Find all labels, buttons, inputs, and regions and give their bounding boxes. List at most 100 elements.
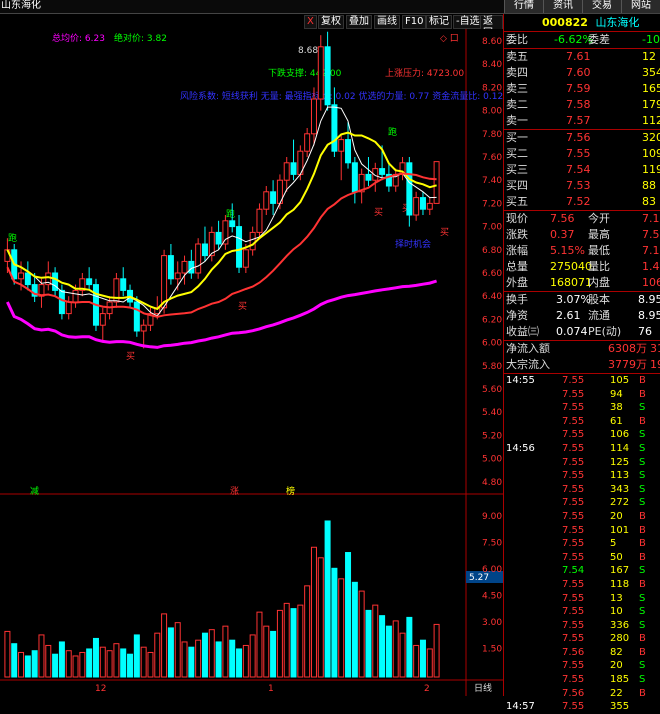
vol-axis-label: 3.00 [482,618,502,628]
y-axis-label: 8.00 [482,107,502,117]
tab-trade[interactable]: 交易 [582,0,621,13]
y-axis-label: 4.80 [482,478,502,488]
volume-bar [406,616,413,678]
bid-level-label: 买一 [506,131,528,144]
vol-axis-label: 1.50 [482,645,502,655]
tick-row: 7.54 167 S [504,564,660,578]
stat-row: 涨幅 5.15% 最低 7.1 [504,243,660,259]
tick-price: 7.55 [562,701,585,713]
kline-svg[interactable]: 总均价: 6.23 绝对价: 3.82 ◇ 口 8.68 下跌支撑: 442.0… [0,29,503,696]
quote-header: 000822 山东海化 [504,14,660,32]
bid-book: 买一 7.56 320 买二 7.55 109 买三 7.54 119 买四 7.53 88 买五 7.5… [504,130,660,211]
volume-bar [317,557,324,678]
peak-label: 8.68 [298,46,318,56]
stock-name: 山东海化 [595,16,640,29]
stat-row: 外盘 168071内盘 10690 [504,275,660,291]
tick-row: 7.55 343 S [504,483,660,497]
tick-side: B [639,538,646,550]
stat-row: 涨跌 0.37 最高 7.5 [504,227,660,243]
top-tabs: 行情 资讯 交易 网站 [504,0,660,13]
tick-price: 7.56 [562,687,585,699]
ask-level-label: 卖三 [506,82,528,95]
tick-row: 7.55 61 B [504,415,660,429]
tick-volume: 118 [610,578,630,590]
volume-bar [290,608,297,678]
stat2-value: 2.61 [556,309,581,322]
stat-value: 275040 [550,260,592,273]
tick-row: 7.55 118 B [504,578,660,592]
wecha-value: -102 [642,33,660,46]
x-label-12: 12 [95,684,106,694]
tick-time: 14:57 [506,701,535,713]
volume-bar [188,646,195,678]
volume-bar [385,625,392,678]
tick-list[interactable]: 14:55 7.55 105 B 7.55 94 B 7.55 38 S 7.55 61 B 7.55 10… [504,374,660,714]
bid-volume: 109 [642,147,660,160]
tick-side: S [639,619,646,631]
tab-web[interactable]: 网站 [621,0,660,13]
volume-bar [379,615,386,678]
tick-row: 7.55 50 B [504,551,660,565]
volume-bar [92,637,99,678]
bid-price: 7.56 [566,131,591,144]
tick-price: 7.55 [562,674,585,686]
volume-bar [276,609,283,678]
volume-bar [413,644,420,678]
tick-row: 7.55 185 S [504,673,660,687]
tick-row: 7.55 10 S [504,605,660,619]
vol-axis-label: 6.00 [482,565,502,575]
bid-price: 7.55 [566,147,591,160]
volume-bar [236,648,243,678]
ask-volume: 165 [642,82,660,95]
tick-row: 7.55 13 S [504,592,660,606]
y-axis-label: 7.60 [482,153,502,163]
stats-block: 现价 7.56 今开 7.1 涨跌 0.37 最高 7.5 涨幅 5.15% 最低 7.1 总量 2750… [504,211,660,292]
f10-button[interactable]: F10 [402,15,427,29]
volume-bar [181,641,188,678]
adjust-button[interactable]: 复权 [318,15,344,29]
volume-bar [127,653,134,678]
overlay-button[interactable]: 叠加 [346,15,372,29]
tick-volume: 114 [610,442,630,454]
stat-value: 7.56 [550,212,575,225]
tick-row: 7.56 82 B [504,646,660,660]
volume-bar [229,639,236,678]
tick-price: 7.55 [562,633,585,645]
tab-news[interactable]: 资讯 [543,0,582,13]
stats-block-2: 换手 3.07% 股本 8.95 净资 2.61 流通 8.95 收益㈢ 0.074 PE(动) 76 [504,292,660,341]
tick-side: B [639,510,646,522]
tick-volume: 50 [610,551,623,563]
volume-bar [161,613,168,678]
tick-row: 7.55 272 S [504,496,660,510]
volume-bar [372,604,379,678]
draw-button[interactable]: 画线 [374,15,400,29]
tick-row: 7.56 22 B [504,687,660,701]
y-axis-label: 5.20 [482,431,502,441]
volume-bar [58,641,65,678]
close-x-button[interactable]: X [304,15,317,29]
tick-volume: 82 [610,646,623,658]
order-imbalance-row: 委比 -6.62% 委差 -102 [504,32,660,49]
y-axis-label: 6.60 [482,269,502,279]
tick-price: 7.55 [562,456,585,468]
ask-price: 7.60 [566,66,591,79]
period-label[interactable]: 日线 [474,682,492,694]
tick-volume: 38 [610,402,623,414]
volume-bar [195,639,202,678]
panel-controls[interactable]: ◇ 口 [440,34,459,44]
volume-bar [18,651,25,678]
kline-chart-area[interactable]: 总均价: 6.23 绝对价: 3.82 ◇ 口 8.68 下跌支撑: 442.0… [0,29,503,696]
stat-value: 7.1 [642,212,660,225]
tab-market[interactable]: 行情 [504,0,543,13]
x-label-2: 2 [424,684,430,694]
ask-volume: 112 [642,114,660,127]
mark-button[interactable]: 标记 [426,15,452,29]
bid-row: 买四 7.53 88 [504,178,660,194]
stat-row: 总量 275040 量比 1.4 [504,259,660,275]
stat2-row: 换手 3.07% 股本 8.95 [504,292,660,308]
tick-price: 7.55 [562,497,585,509]
tick-row: 7.55 20 B [504,510,660,524]
watchlist-button[interactable]: -自选 [453,15,483,29]
y-axis-label: 6.20 [482,315,502,325]
volume-bar [99,646,106,678]
